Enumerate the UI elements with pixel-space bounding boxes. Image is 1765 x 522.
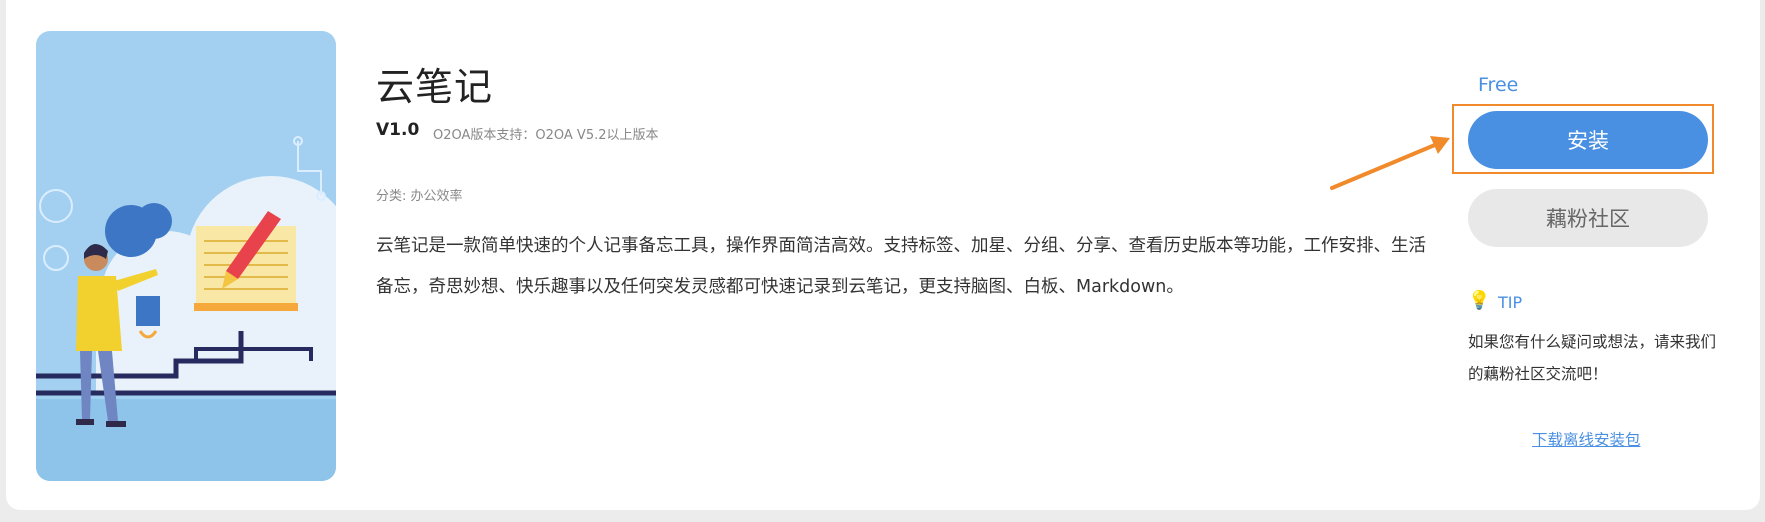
version-support-text: O2OA版本支持：O2OA V5.2以上版本 [433, 128, 659, 143]
app-category: 分类: 办公效率 [376, 189, 463, 204]
app-cover-illustration [36, 31, 336, 481]
app-title: 云笔记 [376, 65, 494, 109]
lightbulb-icon: 💡 [1468, 290, 1491, 311]
tip-label: TIP [1498, 293, 1523, 312]
community-button[interactable]: 藕粉社区 [1468, 189, 1708, 247]
app-description: 云笔记是一款简单快速的个人记事备忘工具，操作界面简洁高效。支持标签、加星、分组、… [376, 236, 1426, 297]
pointer-arrow-icon [1330, 136, 1450, 190]
install-button[interactable]: 安装 [1468, 111, 1708, 169]
download-offline-package-link[interactable]: 下载离线安装包 [1532, 428, 1641, 450]
app-version: V1.0 [376, 120, 420, 140]
price-label: Free [1478, 74, 1519, 96]
tip-text: 如果您有什么疑问或想法，请来我们的藕粉社区交流吧！ [1468, 333, 1717, 383]
